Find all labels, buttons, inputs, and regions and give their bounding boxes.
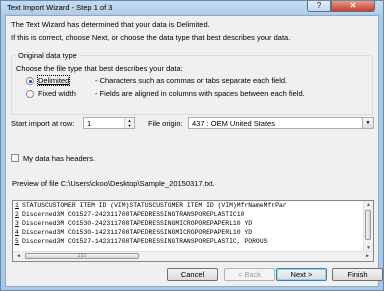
row-number: 1: [15, 202, 19, 209]
scroll-up-icon[interactable]: ▲: [365, 202, 372, 209]
stepper-down-icon[interactable]: ▼: [124, 123, 134, 128]
original-data-type-group: Original data type Choose the file type …: [11, 51, 373, 115]
row-text: Discerned3M CO1530-242311708TAPEDRESSING…: [22, 220, 253, 227]
chevron-down-icon[interactable]: ▼: [362, 118, 373, 128]
preview-row: 3 Discerned3M CO1530-242311708TAPEDRESSIN…: [15, 220, 252, 228]
dialog-body: The Text Wizard has determined that your…: [5, 15, 383, 287]
fixed-width-radio[interactable]: [26, 90, 34, 98]
back-button[interactable]: < Back: [224, 268, 275, 281]
headers-checkbox[interactable]: [11, 154, 19, 162]
row-text: Discerned3M CO1530-142311708TAPEDRESSING…: [22, 229, 253, 236]
start-row-value[interactable]: 1: [87, 119, 91, 128]
group-label: Original data type: [16, 51, 79, 60]
row-number: 5: [15, 238, 19, 245]
next-button[interactable]: Next >: [276, 268, 327, 281]
horizontal-scrollbar[interactable]: ◀ III ▶: [13, 251, 373, 261]
cancel-button[interactable]: Cancel: [167, 268, 218, 281]
preview-row: 5 Discerned3M CO1527-142311708TAPEDRESSIN…: [15, 238, 267, 246]
row-text: Discerned3M CO1527-242311708TAPEDRESSING…: [22, 211, 245, 218]
row-text: STATUSCUSTOMER ITEM ID (VIM)STATUSCUSTOM…: [22, 202, 287, 209]
start-row-stepper[interactable]: 1 ▲ ▼: [83, 117, 135, 129]
delimited-label[interactable]: Delimited: [36, 75, 71, 86]
scroll-right-icon[interactable]: ▶: [363, 253, 372, 260]
row-number: 3: [15, 220, 19, 227]
text-import-wizard-window: Text Import Wizard - Step 1 of 3 ? ✕ The…: [0, 0, 384, 291]
file-preview[interactable]: 1 STATUSCUSTOMER ITEM ID (VIM)STATUSCUSTO…: [12, 200, 374, 262]
finish-button[interactable]: Finish: [332, 268, 383, 281]
fixed-width-label[interactable]: Fixed width: [38, 89, 76, 98]
vertical-scroll-thumb[interactable]: [365, 210, 371, 240]
intro-line-1: The Text Wizard has determined that your…: [11, 20, 210, 29]
delimited-description: - Characters such as commas or tabs sepa…: [95, 76, 288, 85]
title-bar[interactable]: Text Import Wizard - Step 1 of 3 ? ✕: [1, 1, 383, 14]
file-origin-value[interactable]: 437 : OEM United States: [192, 119, 275, 128]
scroll-left-icon[interactable]: ◀: [14, 253, 23, 260]
vertical-scrollbar[interactable]: ▲ ▼: [363, 201, 373, 253]
row-text: Discerned3M CO1527-142311708TAPEDRESSING…: [22, 238, 268, 245]
window-title: Text Import Wizard - Step 1 of 3: [7, 3, 113, 12]
row-number: 4: [15, 229, 19, 236]
start-import-label: Start import at row:: [11, 119, 75, 128]
file-origin-label: File origin:: [148, 119, 183, 128]
horizontal-scroll-thumb[interactable]: III: [25, 253, 139, 259]
help-button[interactable]: ?: [307, 1, 331, 12]
file-type-prompt: Choose the file type that best describes…: [16, 64, 183, 73]
file-origin-select[interactable]: 437 : OEM United States ▼: [188, 117, 374, 129]
preview-row: 1 STATUSCUSTOMER ITEM ID (VIM)STATUSCUSTO…: [15, 202, 287, 210]
intro-line-2: If this is correct, choose Next, or choo…: [11, 33, 291, 42]
preview-label: Preview of file C:\Users\ckoo\Desktop\Sa…: [12, 179, 215, 188]
headers-label[interactable]: My data has headers.: [23, 154, 95, 163]
delimited-radio[interactable]: [26, 77, 34, 85]
row-number: 2: [15, 211, 19, 218]
preview-row: 2 Discerned3M CO1527-242311708TAPEDRESSIN…: [15, 211, 244, 219]
close-button[interactable]: ✕: [331, 1, 375, 12]
fixed-width-description: - Fields are aligned in columns with spa…: [95, 89, 305, 98]
preview-row: 4 Discerned3M CO1530-142311708TAPEDRESSIN…: [15, 229, 252, 237]
